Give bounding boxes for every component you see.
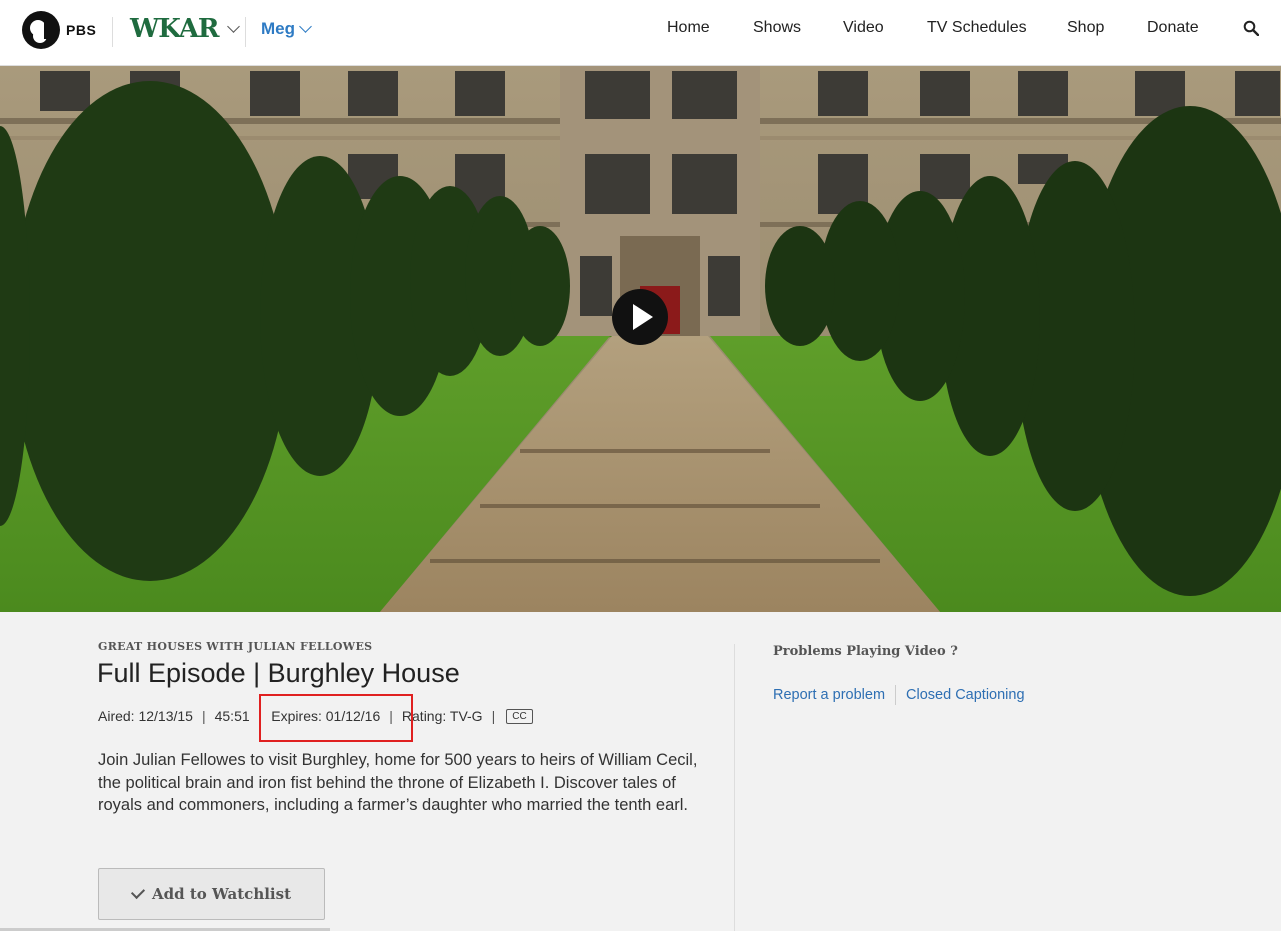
station-selector[interactable]: WKAR	[130, 14, 240, 44]
duration: 45:51	[214, 708, 250, 724]
report-problem-link[interactable]: Report a problem	[773, 687, 885, 703]
user-name: Meg	[261, 19, 295, 38]
sidebar-divider	[734, 644, 735, 931]
watchlist-label: Add to Watchlist	[152, 885, 291, 903]
check-icon	[130, 884, 146, 900]
closed-captioning-link[interactable]: Closed Captioning	[906, 687, 1025, 703]
add-to-watchlist-button[interactable]: Add to Watchlist	[98, 868, 325, 920]
play-button[interactable]	[612, 289, 668, 345]
header-divider	[245, 17, 246, 47]
chevron-down-icon	[226, 19, 240, 33]
video-player[interactable]	[0, 66, 1281, 612]
nav-donate[interactable]: Donate	[1147, 19, 1199, 37]
chevron-down-icon	[299, 19, 312, 33]
nav-tv-schedules[interactable]: TV Schedules	[927, 19, 1027, 37]
nav-home[interactable]: Home	[667, 19, 710, 37]
station-name: WKAR	[130, 14, 220, 44]
episode-description: Join Julian Fellowes to visit Burghley, …	[98, 751, 698, 814]
help-links: Report a problem Closed Captioning	[773, 685, 1025, 705]
expires-date: Expires: 01/12/16	[271, 708, 381, 724]
aired-date: Aired: 12/13/15	[98, 708, 193, 724]
site-header: PBS WKAR Meg Home Shows Video TV Schedul…	[0, 0, 1281, 66]
show-name[interactable]: GREAT HOUSES WITH JULIAN FELLOWES	[98, 640, 372, 653]
video-meta: Aired: 12/13/15 | 45:51 | Expires: 01/12…	[98, 708, 533, 724]
user-menu[interactable]: Meg	[261, 19, 312, 39]
header-divider	[112, 17, 113, 47]
problems-title: Problems Playing Video ?	[773, 644, 958, 659]
nav-shows[interactable]: Shows	[753, 19, 801, 37]
nav-shop[interactable]: Shop	[1067, 19, 1104, 37]
episode-title: Full Episode | Burghley House	[97, 658, 460, 688]
pbs-head-icon	[22, 11, 60, 49]
rating: Rating: TV-G	[401, 708, 483, 724]
nav-video[interactable]: Video	[843, 19, 884, 37]
cc-badge: CC	[506, 708, 533, 724]
link-divider	[895, 685, 897, 705]
pbs-label: PBS	[66, 22, 97, 38]
search-icon[interactable]	[1243, 20, 1259, 36]
pbs-logo[interactable]: PBS	[22, 11, 96, 49]
